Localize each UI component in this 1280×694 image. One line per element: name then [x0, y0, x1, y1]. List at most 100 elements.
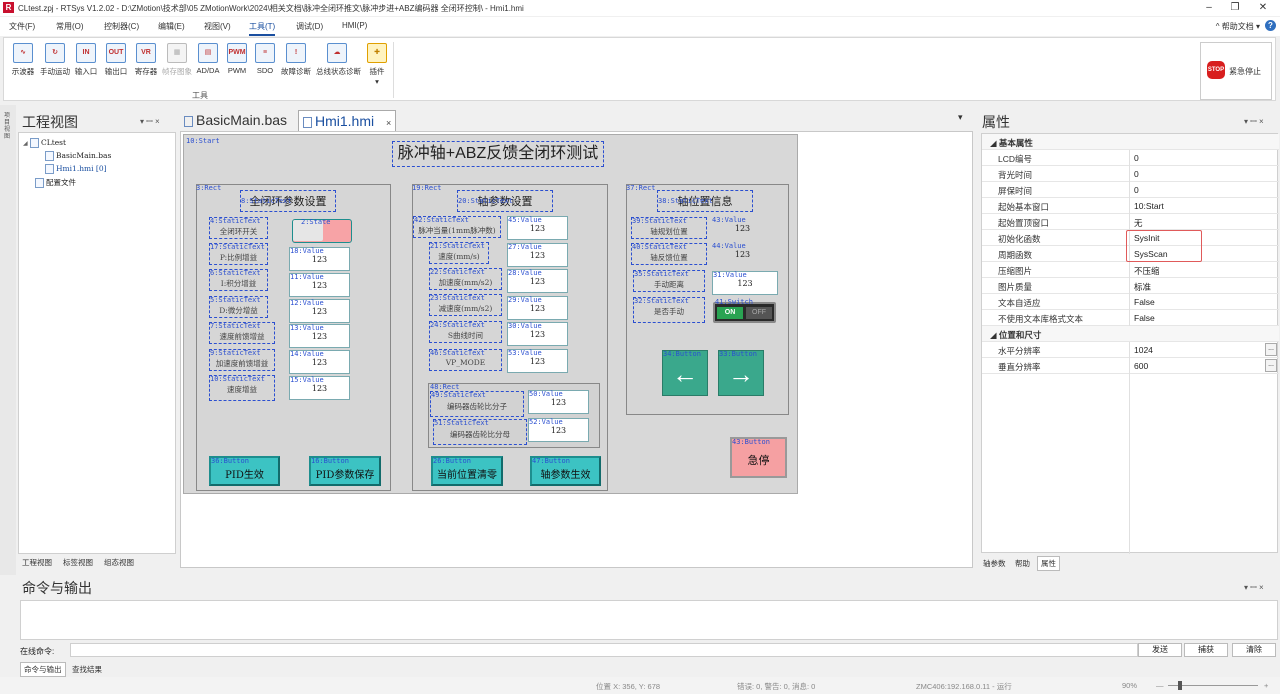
emergency-stop-button[interactable]: STOP 紧急停止 — [1200, 42, 1272, 100]
tab-label-view[interactable]: 标签视图 — [63, 557, 93, 568]
command-input[interactable] — [70, 643, 1138, 657]
hmi-canvas[interactable]: 10:Start 脉冲轴+ABZ反馈全闭环测试 3:Rect 8:StaticT… — [183, 134, 798, 494]
property-row[interactable]: 图片质量 标准 — [982, 278, 1279, 294]
static-manual-mode[interactable]: 32:StaticText 是否手动 — [633, 297, 705, 323]
tree-item-project[interactable]: ◢ CLtest — [23, 138, 66, 148]
property-value[interactable]: 10:Start — [1134, 201, 1164, 211]
value-encoder-denominator[interactable]: 52:Value 123 — [528, 418, 589, 442]
value-d-gain[interactable]: 12:Value 123 — [289, 299, 350, 323]
static-speed-gain[interactable]: 10:StaticText 速度增益 — [209, 375, 275, 401]
properties-panel-controls[interactable]: ▾ ꟷ × — [1244, 116, 1264, 127]
hmi-main-title[interactable]: 脉冲轴+ABZ反馈全闭环测试 — [392, 141, 604, 167]
property-row[interactable]: 起始基本窗口 10:Start — [982, 198, 1279, 214]
tab-project-view[interactable]: 工程视图 — [22, 557, 52, 568]
static-i-gain[interactable]: 6:StaticText I:积分增益 — [209, 269, 268, 291]
value-p-gain[interactable]: 18:Value 123 — [289, 247, 350, 271]
static-vp-mode[interactable]: 46:StaticText VP_MODE — [429, 349, 502, 371]
static-closed-loop-switch[interactable]: 4:StaticText 全闭环开关 — [209, 217, 268, 239]
clear-button[interactable]: 清除 — [1232, 643, 1276, 657]
capture-button[interactable]: 捕获 — [1184, 643, 1228, 657]
value-encoder-numerator[interactable]: 50:Value 123 — [528, 390, 589, 414]
property-value[interactable]: False — [1134, 297, 1155, 307]
property-value[interactable]: 0 — [1134, 153, 1139, 163]
menu-hmi[interactable]: HMI(P) — [342, 21, 367, 30]
static-jog-distance[interactable]: 35:StaticText 手动距离 — [633, 270, 705, 292]
close-button[interactable]: ✕ — [1250, 1, 1276, 15]
diagnosis-button[interactable]: ! 故障诊断 — [281, 41, 311, 77]
tab-axis-params[interactable]: 轴参数 — [983, 558, 1006, 569]
static-encoder-denominator[interactable]: 51:StaticText 编码器齿轮比分母 — [433, 419, 527, 445]
tree-item-hmi1[interactable]: Hmi1.hmi [0] — [45, 164, 107, 174]
send-button[interactable]: 发送 — [1138, 643, 1182, 657]
static-accel[interactable]: 22:StaticText 加速度(mm/s2) — [429, 268, 502, 290]
property-row[interactable]: 水平分辨率 1024... — [982, 342, 1279, 358]
position-zero-button[interactable]: 26:Button 当前位置清零 — [431, 456, 503, 486]
property-row[interactable]: 屏保时间 0 — [982, 182, 1279, 198]
bus-diagnosis-button[interactable]: ☁ 总线状态诊断 — [316, 41, 361, 77]
static-encoder-numerator[interactable]: 49:StaticText 编码器齿轮比分子 — [430, 391, 524, 417]
value-accel[interactable]: 28:Value 123 — [507, 269, 568, 293]
value-vp-mode[interactable]: 53:Value 123 — [507, 349, 568, 373]
value-jog-distance[interactable]: 31:Value 123 — [712, 271, 778, 295]
value-decel[interactable]: 29:Value 123 — [507, 296, 568, 320]
property-ellipsis-button[interactable]: ... — [1265, 359, 1277, 372]
help-docs-menu[interactable]: ^ 帮助文档 ▾ — [1216, 21, 1260, 32]
tab-help[interactable]: 帮助 — [1015, 558, 1030, 569]
static-decel[interactable]: 23:StaticText 减速度(mm/s2) — [429, 294, 502, 316]
tab-hmi1[interactable]: Hmi1.hmi × — [298, 110, 397, 131]
menu-debug[interactable]: 调试(D) — [296, 21, 323, 32]
property-value[interactable]: 标准 — [1134, 281, 1151, 293]
menu-common[interactable]: 常用(O) — [56, 21, 84, 32]
help-question-icon[interactable]: ? — [1265, 20, 1276, 31]
property-row[interactable]: LCD编号 0 — [982, 150, 1279, 166]
tree-item-config[interactable]: 配置文件 — [35, 177, 76, 188]
project-panel-controls[interactable]: ▾ ꟷ × — [140, 116, 160, 127]
tree-item-basicmain[interactable]: BasicMain.bas — [45, 151, 111, 161]
value-speed[interactable]: 27:Value 123 — [507, 243, 568, 267]
tab-close-icon[interactable]: × — [386, 118, 391, 128]
property-row[interactable]: 起始置顶窗口 无 — [982, 214, 1279, 230]
menu-controller[interactable]: 控制器(C) — [104, 21, 139, 32]
static-planned-position[interactable]: 39:StaticText 轴规划位置 — [631, 217, 707, 239]
property-row[interactable]: 不使用文本库格式文本 False — [982, 310, 1279, 326]
property-row[interactable]: 文本自适应 False — [982, 294, 1279, 310]
property-value[interactable]: 0 — [1134, 185, 1139, 195]
property-category[interactable]: ◢ 基本属性 — [982, 134, 1279, 150]
menu-edit[interactable]: 编辑(E) — [158, 21, 185, 32]
property-value[interactable]: 0 — [1134, 169, 1139, 179]
tab-config-view[interactable]: 组态视图 — [104, 557, 134, 568]
zoom-slider-thumb[interactable] — [1178, 681, 1182, 690]
tab-command-output[interactable]: 命令与输出 — [20, 662, 66, 677]
manual-mode-switch[interactable]: 41:Switch ON OFF — [713, 298, 776, 323]
static-speed-ff-gain[interactable]: 7:StaticText 速度前馈增益 — [209, 322, 275, 344]
menu-tools[interactable]: 工具(T) — [249, 21, 276, 36]
tab-basicmain[interactable]: BasicMain.bas — [180, 110, 291, 131]
editor-dropdown-icon[interactable]: ▾ — [954, 110, 967, 131]
hmi-estop-button[interactable]: 43:Button 急停 — [730, 437, 787, 478]
restore-button[interactable]: ❐ — [1222, 1, 1248, 15]
side-tab-project[interactable]: 项目视图 — [4, 113, 13, 141]
minimize-button[interactable]: – — [1196, 1, 1222, 15]
menu-view[interactable]: 视图(V) — [204, 21, 231, 32]
pid-apply-button[interactable]: 36:Button PID生效 — [209, 456, 280, 486]
menu-file[interactable]: 文件(F) — [9, 21, 35, 32]
output-panel-controls[interactable]: ▾ ꟷ × — [1244, 582, 1264, 593]
static-s-curve[interactable]: 24:StaticText S曲线时间 — [429, 321, 502, 343]
static-speed[interactable]: 21:StaticText 速度(mm/s) — [429, 242, 489, 264]
property-value[interactable]: 1024 — [1134, 345, 1153, 355]
zoom-in-button[interactable]: + — [1264, 681, 1268, 690]
value-accel-ff-gain[interactable]: 14:Value 123 — [289, 350, 350, 374]
property-row[interactable]: 垂直分辨率 600... — [982, 358, 1279, 374]
static-d-gain[interactable]: 5:StaticText D:微分增益 — [209, 296, 268, 318]
static-feedback-position[interactable]: 40:StaticText 轴反馈位置 — [631, 243, 707, 265]
closed-loop-state-toggle[interactable]: 2:State — [292, 218, 352, 243]
value-pulse-equivalent[interactable]: 45:Value 123 — [507, 216, 568, 240]
property-category[interactable]: ◢ 位置和尺寸 — [982, 326, 1279, 342]
property-ellipsis-button[interactable]: ... — [1265, 343, 1277, 356]
property-row[interactable]: 背光时间 0 — [982, 166, 1279, 182]
static-p-gain[interactable]: 17:StaticText P:比例增益 — [209, 243, 268, 265]
section-title-closed-loop[interactable]: 8:StaticText 全闭环参数设置 — [240, 190, 336, 212]
value-s-curve[interactable]: 30:Value 123 — [507, 322, 568, 346]
section-title-axis-position[interactable]: 38:StaticText 轴位置信息 — [657, 190, 753, 212]
static-accel-ff-gain[interactable]: 9:StaticText 加速度前馈增益 — [209, 349, 275, 371]
